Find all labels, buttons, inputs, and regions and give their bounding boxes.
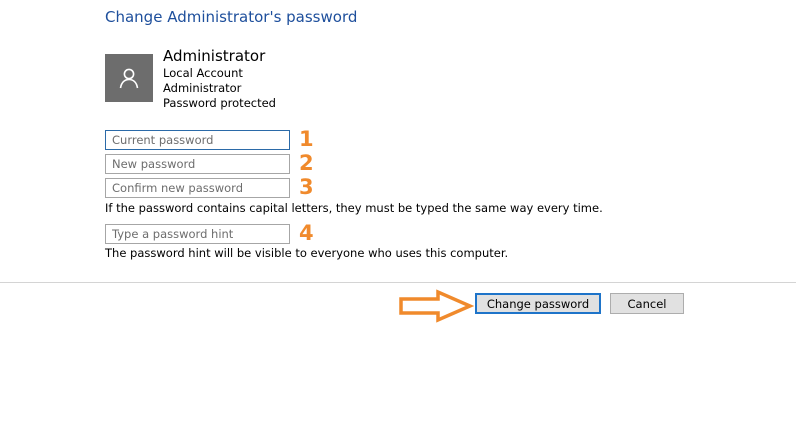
password-hint-field[interactable] [105,224,290,244]
current-password-field[interactable] [105,130,290,150]
hint-visibility-note: The password hint will be visible to eve… [105,246,509,260]
capital-letters-note: If the password contains capital letters… [105,201,603,215]
account-status: Password protected [163,96,276,110]
account-type: Local Account [163,66,243,80]
annotation-number-3: 3 [299,175,314,199]
right-arrow-icon [399,289,474,323]
account-info: Administrator Local Account Administrato… [163,46,276,111]
change-password-page: Change Administrator's password Administ… [0,0,796,430]
cancel-button[interactable]: Cancel [610,293,684,314]
page-title: Change Administrator's password [105,8,358,26]
user-icon [119,68,139,89]
annotation-number-1: 1 [299,127,314,151]
divider [0,282,796,283]
annotation-number-4: 4 [299,221,314,245]
account-role: Administrator [163,81,242,95]
account-name: Administrator [163,47,266,65]
avatar [105,54,153,102]
annotation-number-2: 2 [299,151,314,175]
change-password-button[interactable]: Change password [475,293,601,314]
new-password-field[interactable] [105,154,290,174]
confirm-password-field[interactable] [105,178,290,198]
